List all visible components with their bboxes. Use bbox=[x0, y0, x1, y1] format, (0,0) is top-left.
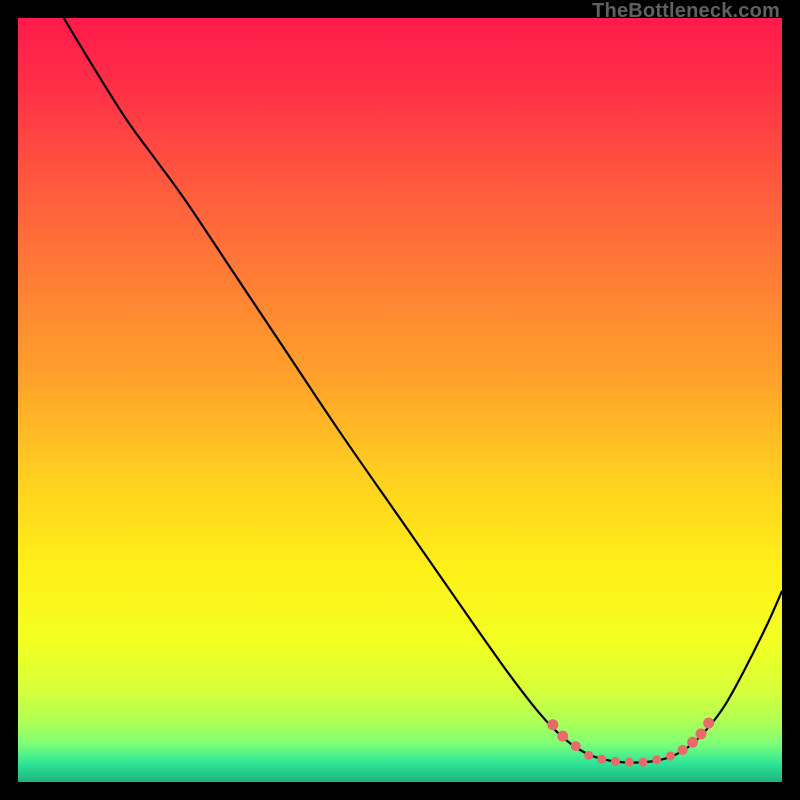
data-point bbox=[584, 751, 593, 760]
data-point bbox=[597, 755, 606, 764]
data-point bbox=[638, 758, 647, 767]
bottleneck-chart bbox=[18, 18, 782, 782]
data-point bbox=[696, 728, 707, 739]
data-point bbox=[611, 757, 620, 766]
data-point bbox=[557, 731, 568, 742]
chart-container: TheBottleneck.com bbox=[0, 0, 800, 800]
data-point bbox=[547, 719, 558, 730]
data-point bbox=[652, 755, 661, 764]
data-point bbox=[625, 758, 634, 767]
gradient-background bbox=[18, 18, 782, 782]
data-point bbox=[703, 718, 714, 729]
data-point bbox=[678, 745, 688, 755]
data-point bbox=[571, 741, 581, 751]
data-point bbox=[687, 737, 698, 748]
plot-area bbox=[18, 18, 782, 782]
data-point bbox=[666, 752, 675, 761]
watermark-text: TheBottleneck.com bbox=[592, 0, 780, 23]
